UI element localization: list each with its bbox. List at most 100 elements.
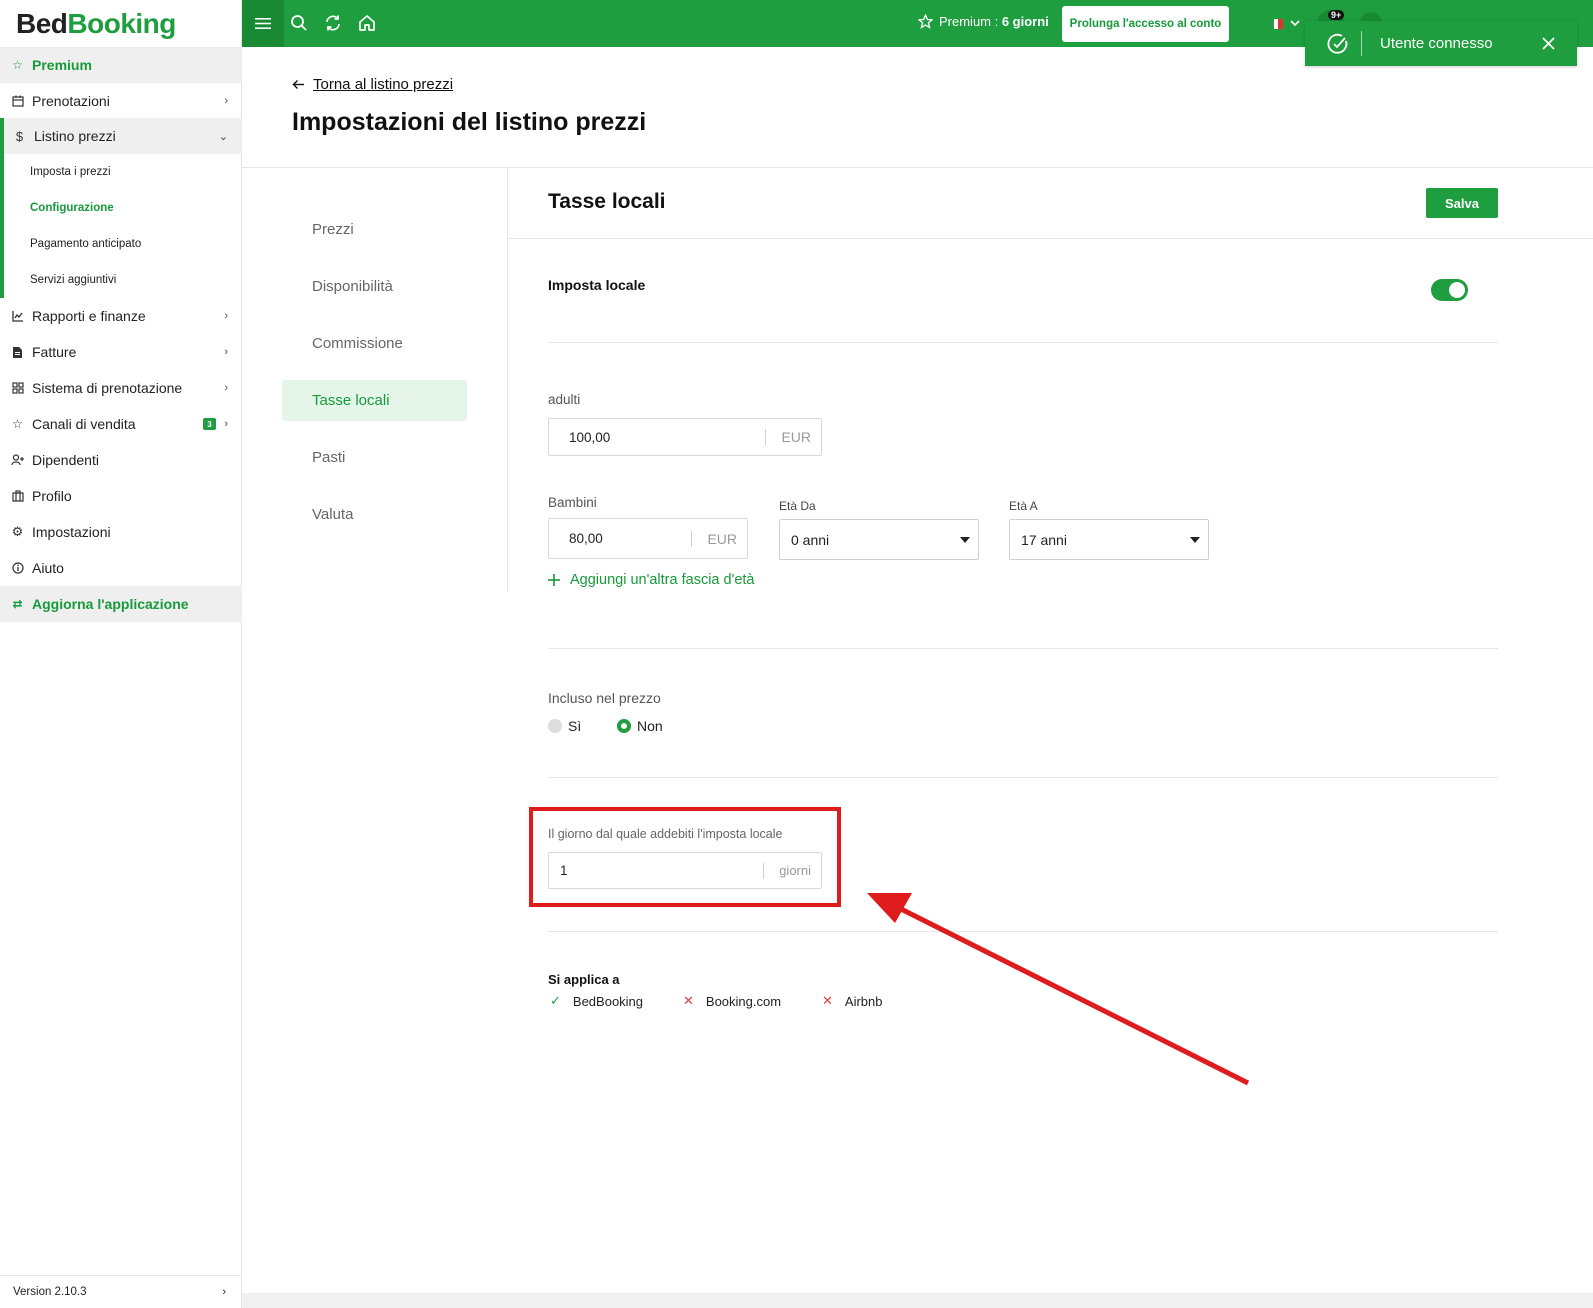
arrow-left-icon [292, 80, 304, 89]
sidebar-item-fatture[interactable]: Fatture › [0, 334, 242, 370]
radio-no[interactable]: Non [617, 718, 663, 734]
age-from-label: Età Da [779, 499, 816, 513]
caret-down-icon [960, 537, 970, 543]
divider [548, 648, 1498, 649]
radio-yes[interactable]: Sì [548, 718, 581, 734]
caret-down-icon [1190, 537, 1200, 543]
sidebar-item-dipendenti[interactable]: Dipendenti [0, 442, 242, 478]
star-icon [918, 14, 933, 29]
annotation-highlight-box [529, 807, 841, 907]
adults-label: adulti [548, 392, 581, 407]
tabs-divider [507, 168, 508, 591]
currency-unit: EUR [691, 530, 747, 547]
adults-tax-input[interactable]: 100,00 EUR [548, 418, 822, 456]
star-icon: ☆ [12, 417, 23, 431]
version-footer[interactable]: Version 2.10.3 › [0, 1275, 242, 1308]
hamburger-menu-button[interactable] [242, 0, 284, 47]
chevron-right-icon: › [224, 382, 228, 394]
grid-icon [10, 381, 25, 396]
sidebar-item-listino-prezzi[interactable]: $ Listino prezzi ⌄ [0, 118, 242, 154]
children-label: Bambini [548, 495, 597, 510]
tab-commissione[interactable]: Commissione [282, 323, 467, 364]
bottom-strip [242, 1293, 1593, 1308]
applies-airbnb: ✕ Airbnb [822, 993, 883, 1009]
divider [548, 777, 1498, 778]
tab-tasse-locali[interactable]: Tasse locali [282, 380, 467, 421]
chevron-right-icon: › [224, 95, 228, 107]
close-icon[interactable] [1542, 37, 1555, 50]
add-age-band-button[interactable]: Aggiungi un'altra fascia d'età [548, 572, 755, 588]
applies-label: Si applica a [548, 972, 620, 987]
cross-icon: ✕ [822, 993, 833, 1008]
age-from-select[interactable]: 0 anni [779, 519, 979, 560]
chevron-right-icon: › [222, 1286, 226, 1298]
sidebar-subitem-servizi-aggiuntivi[interactable]: Servizi aggiuntivi [0, 262, 238, 298]
dollar-icon: $ [15, 128, 24, 144]
children-tax-input[interactable]: 80,00 EUR [548, 518, 748, 559]
sidebar-item-impostazioni[interactable]: ⚙ Impostazioni [0, 514, 242, 550]
tab-pasti[interactable]: Pasti [282, 437, 467, 478]
tab-prezzi[interactable]: Prezzi [282, 209, 467, 250]
tax-toggle[interactable] [1431, 279, 1468, 301]
count-badge: 3 [203, 418, 216, 430]
chevron-down-icon: ⌄ [218, 130, 228, 143]
currency-unit: EUR [765, 429, 821, 445]
sync-icon[interactable] [324, 14, 342, 32]
sidebar-subitem-imposta-prezzi[interactable]: Imposta i prezzi [0, 154, 238, 190]
refresh-icon: ⇄ [12, 597, 23, 611]
sidebar-item-canali-vendita[interactable]: ☆ Canali di vendita 3 › [0, 406, 242, 442]
save-button[interactable]: Salva [1426, 188, 1498, 218]
sidebar-item-aggiorna[interactable]: ⇄ Aggiorna l'applicazione [0, 586, 242, 622]
star-icon: ☆ [12, 58, 23, 72]
sidebar-item-sistema-prenotazione[interactable]: Sistema di prenotazione › [0, 370, 242, 406]
building-icon [10, 489, 25, 504]
tax-toggle-label: Imposta locale [548, 277, 646, 293]
age-to-label: Età A [1009, 499, 1038, 513]
calendar-icon [10, 94, 25, 109]
chevron-right-icon: › [224, 346, 228, 358]
included-label: Incluso nel prezzo [548, 690, 661, 706]
age-to-select[interactable]: 17 anni [1009, 519, 1209, 560]
hamburger-icon [255, 18, 271, 29]
sidebar-item-aiuto[interactable]: Aiuto [0, 550, 242, 586]
check-icon: ✓ [550, 993, 561, 1008]
sidebar: BedBooking ☆ Premium Prenotazioni › $ Li… [0, 0, 242, 1308]
check-circle-icon [1327, 33, 1348, 54]
section-title: Tasse locali [548, 190, 666, 213]
sidebar-item-rapporti[interactable]: Rapporti e finanze › [0, 298, 242, 334]
chart-icon [10, 309, 25, 324]
user-plus-icon [10, 453, 25, 468]
cross-icon: ✕ [683, 993, 694, 1008]
divider [548, 931, 1498, 932]
sidebar-item-premium[interactable]: ☆ Premium [0, 47, 242, 83]
brand-logo[interactable]: BedBooking [0, 0, 241, 47]
home-icon[interactable] [358, 14, 376, 32]
sidebar-subitem-configurazione[interactable]: Configurazione [0, 190, 238, 226]
sidebar-item-profilo[interactable]: Profilo [0, 478, 242, 514]
toast-notification: Utente connesso [1305, 21, 1577, 66]
premium-status[interactable]: Premium : 6 giorni [918, 14, 1049, 29]
sidebar-subitem-pagamento-anticipato[interactable]: Pagamento anticipato [0, 226, 238, 262]
panel-divider [508, 238, 1593, 239]
notification-count: 9+ [1328, 10, 1345, 20]
invoice-icon [10, 345, 25, 360]
toast-message: Utente connesso [1380, 35, 1493, 52]
header-divider [242, 167, 1593, 168]
tab-valuta[interactable]: Valuta [282, 494, 467, 535]
info-icon [10, 561, 25, 576]
italian-flag-icon[interactable] [1269, 19, 1284, 29]
back-link[interactable]: Torna al listino prezzi [292, 76, 453, 93]
chevron-right-icon: › [224, 418, 228, 430]
search-icon[interactable] [290, 14, 308, 32]
sidebar-item-prenotazioni[interactable]: Prenotazioni › [0, 83, 242, 119]
applies-booking: ✕ Booking.com [683, 993, 782, 1009]
gear-icon: ⚙ [11, 524, 24, 539]
divider [548, 342, 1498, 343]
page-title: Impostazioni del listino prezzi [292, 108, 647, 136]
extend-access-button[interactable]: Prolunga l'accesso al conto [1062, 6, 1229, 42]
tab-disponibilita[interactable]: Disponibilità [282, 266, 467, 307]
chevron-right-icon: › [224, 310, 228, 322]
plus-icon [548, 574, 560, 586]
chevron-down-icon[interactable] [1289, 18, 1301, 28]
applies-bedbooking: ✓ BedBooking [550, 993, 644, 1009]
